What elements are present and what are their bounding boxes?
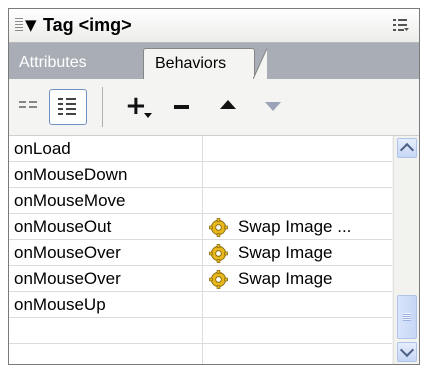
behavior-gear-icon <box>209 244 228 263</box>
event-name: onMouseDown <box>14 165 128 184</box>
behaviors-toolbar: + <box>9 79 419 136</box>
table-row[interactable]: onMouseDown <box>9 162 392 188</box>
scroll-down-button[interactable] <box>397 342 417 362</box>
toolbar-divider <box>102 87 103 127</box>
behavior-gear-icon <box>209 270 228 289</box>
show-all-events-icon <box>58 98 76 115</box>
tab-corner <box>253 48 267 79</box>
tag-inspector-panel: ▼ Tag <img> Attributes Behaviors + onLoa… <box>8 8 420 365</box>
show-set-events-icon[interactable] <box>19 99 37 111</box>
tab-attributes[interactable]: Attributes <box>19 54 87 72</box>
tab-behaviors-label: Behaviors <box>155 55 227 72</box>
action-label: Swap Image <box>238 269 333 288</box>
behaviors-grid: onLoad onMouseDown onMouseMove onMouseOu… <box>9 136 392 364</box>
event-name: onMouseOver <box>14 269 121 288</box>
tabs-bar: Attributes Behaviors <box>9 43 419 79</box>
table-row[interactable] <box>9 318 392 344</box>
action-label: Swap Image ... <box>238 217 352 236</box>
move-up-icon[interactable] <box>220 100 236 109</box>
add-behavior-icon[interactable]: + <box>125 93 155 123</box>
panel-options-icon[interactable] <box>393 18 409 32</box>
event-name: onMouseOver <box>14 243 121 262</box>
grip-icon[interactable] <box>15 18 23 33</box>
vertical-scrollbar[interactable] <box>393 136 419 364</box>
action-label: Swap Image <box>238 243 333 262</box>
table-row[interactable]: onMouseOut Swap Image ... <box>9 214 392 240</box>
event-name: onLoad <box>14 139 71 158</box>
scroll-thumb[interactable] <box>397 295 417 339</box>
behavior-gear-icon <box>209 218 228 237</box>
show-all-events-button[interactable] <box>49 89 87 125</box>
tab-behaviors[interactable]: Behaviors <box>143 48 255 79</box>
panel-title-bar[interactable]: ▼ Tag <img> <box>9 9 419 43</box>
table-row[interactable]: onMouseOver Swap Image <box>9 240 392 266</box>
panel-title[interactable]: Tag <img> <box>43 15 132 36</box>
move-down-icon[interactable] <box>265 102 281 111</box>
table-row[interactable]: onMouseOver Swap Image <box>9 266 392 292</box>
add-menu-caret-icon[interactable] <box>144 113 152 118</box>
event-name: onMouseOut <box>14 217 112 236</box>
table-row[interactable]: onMouseMove <box>9 188 392 214</box>
event-name: onMouseMove <box>14 191 126 210</box>
table-row[interactable]: onMouseUp <box>9 292 392 318</box>
event-name: onMouseUp <box>14 295 106 314</box>
scroll-up-button[interactable] <box>397 138 417 158</box>
collapse-triangle-icon[interactable]: ▼ <box>25 16 37 34</box>
remove-behavior-icon[interactable] <box>174 105 189 109</box>
table-row[interactable]: onLoad <box>9 136 392 162</box>
